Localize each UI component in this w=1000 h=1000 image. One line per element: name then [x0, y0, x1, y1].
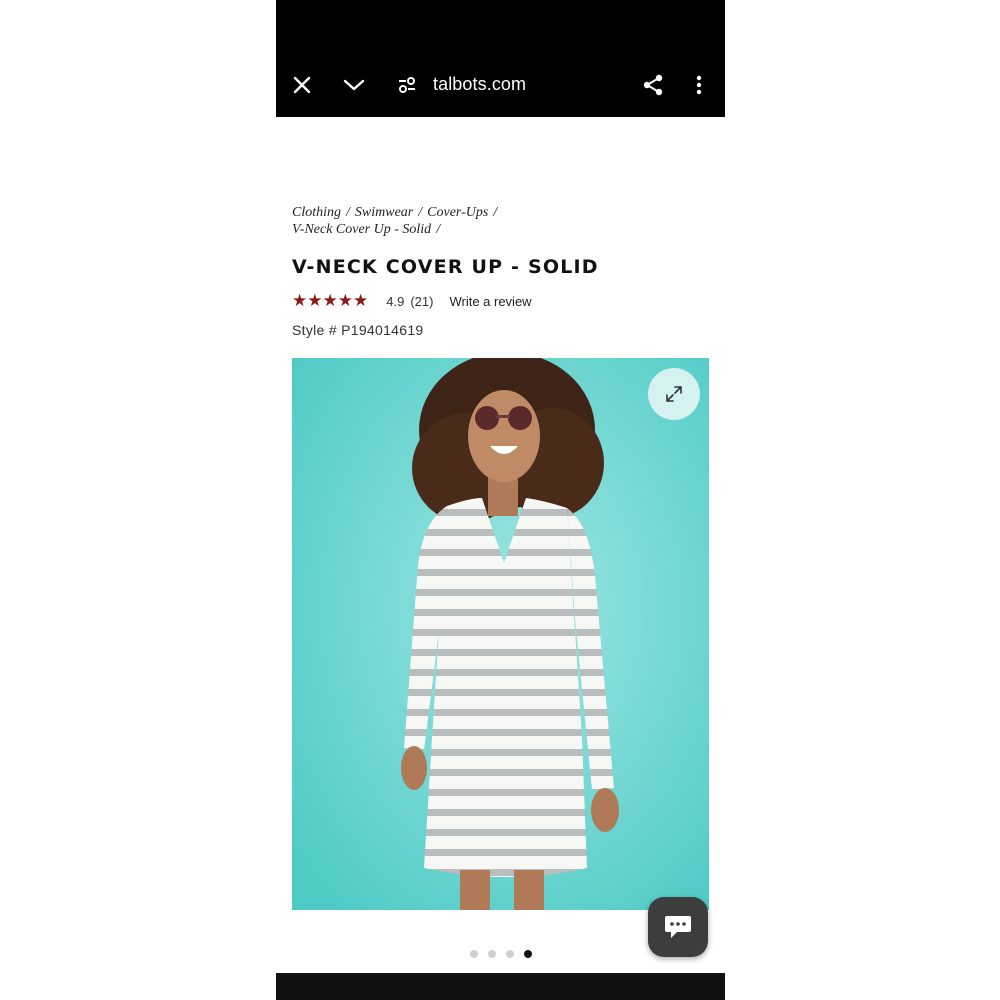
mobile-browser-screen: talbots.com Clothing / Swimwear / Cover-Ups /… — [276, 0, 725, 1000]
star-icon: ★ — [307, 290, 323, 311]
expand-icon[interactable] — [648, 368, 700, 420]
carousel-pagination — [470, 950, 542, 958]
breadcrumb-separator: / — [346, 205, 350, 220]
breadcrumb-separator: / — [493, 205, 498, 220]
breadcrumb-separator: / — [418, 205, 423, 220]
carousel-dot-active[interactable] — [524, 950, 532, 958]
share-icon[interactable] — [638, 70, 668, 100]
url-bar[interactable]: talbots.com — [433, 74, 526, 95]
carousel-dot[interactable] — [506, 950, 514, 958]
breadcrumb-current-page: V-Neck Cover Up - Solid — [292, 222, 432, 237]
carousel-dot[interactable] — [488, 950, 496, 958]
breadcrumb: Clothing / Swimwear / Cover-Ups / V-Neck Cover… — [292, 204, 592, 238]
breadcrumb-link-clothing[interactable]: Clothing — [292, 205, 341, 220]
rating-value: 4.9 — [386, 293, 405, 309]
chat-bubble-icon — [665, 916, 691, 938]
browser-toolbar: talbots.com — [276, 0, 725, 117]
star-rating[interactable]: ★ ★ ★ ★ ★ — [292, 290, 369, 311]
breadcrumb-link-swimwear[interactable]: Swimwear — [355, 205, 413, 220]
more-vertical-icon[interactable] — [686, 70, 712, 100]
chevron-down-icon[interactable] — [340, 70, 368, 100]
product-image[interactable] — [292, 358, 709, 910]
star-icon: ★ — [292, 290, 308, 311]
breadcrumb-separator: / — [436, 222, 441, 237]
star-icon: ★ — [337, 290, 353, 311]
bottom-navigation-bar — [276, 973, 725, 1000]
close-icon[interactable] — [288, 70, 316, 100]
product-title: V-NECK COVER UP - SOLID — [292, 256, 599, 278]
review-count[interactable]: (21) — [410, 294, 433, 309]
rating-row: ★ ★ ★ ★ ★ 4.9 (21) Write a review — [292, 291, 532, 311]
carousel-dot[interactable] — [470, 950, 478, 958]
write-review-link[interactable]: Write a review — [449, 294, 531, 309]
star-icon: ★ — [322, 290, 338, 311]
site-settings-icon[interactable] — [394, 72, 420, 98]
breadcrumb-link-cover-ups[interactable]: Cover-Ups — [427, 205, 488, 220]
chat-button[interactable] — [648, 897, 708, 957]
star-icon: ★ — [353, 290, 369, 311]
style-number: Style # P194014619 — [292, 322, 424, 338]
